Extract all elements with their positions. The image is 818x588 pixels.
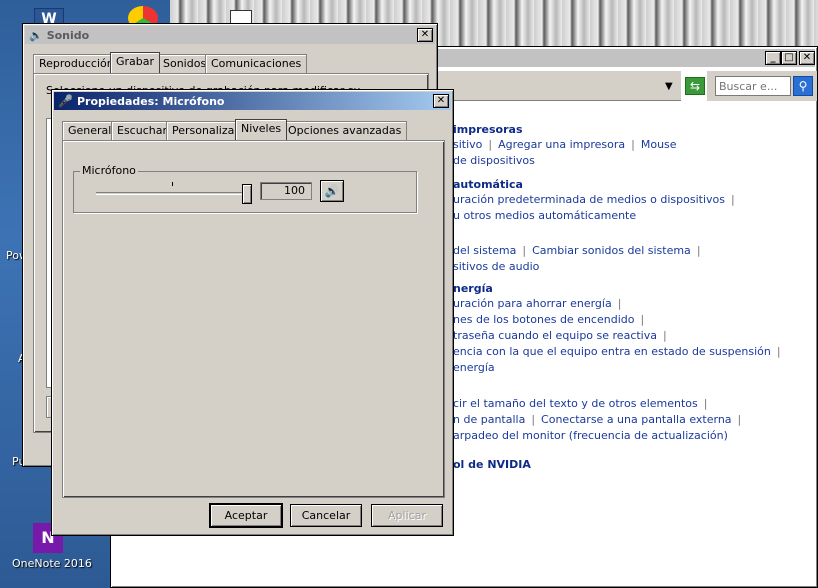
section-link-line[interactable]: del sistema | Cambiar sonidos del sistema | [453, 244, 707, 257]
maximize-button[interactable]: □ [781, 51, 797, 65]
section-link-line[interactable]: nes de los botones de encendido | [453, 313, 650, 326]
refresh-icon[interactable]: ⇆ [685, 77, 705, 95]
sound-titlebar: 🔈 Sonido [25, 26, 435, 44]
mic-properties-window: 🎤 Propiedades: Micrófono ✕ General Escuc… [51, 89, 454, 536]
section-link-line[interactable]: cir el tamaño del texto y de otros eleme… [453, 397, 713, 410]
speaker-icon: 🔈 [29, 28, 43, 42]
tab-personalizar[interactable]: Personalizar [166, 121, 245, 140]
section-heading[interactable]: ol de NVIDIA [453, 458, 531, 471]
chevron-down-icon[interactable]: ▼ [665, 81, 673, 92]
tab-sonidos[interactable]: Sonidos [157, 54, 213, 73]
section-heading[interactable]: automática [453, 178, 523, 191]
section-heading[interactable]: impresoras [453, 123, 523, 136]
mute-speaker-icon[interactable]: 🔊 [320, 180, 344, 202]
tab-opciones-avanzadas[interactable]: Opciones avanzadas [282, 121, 408, 140]
section-link[interactable]: sitivos de audio [453, 260, 539, 273]
mic-titlebar: 🎤 Propiedades: Micrófono [54, 92, 451, 110]
section-link-line[interactable]: n de pantalla | Conectarse a una pantalla … [453, 413, 747, 426]
search-icon[interactable]: ⚲ [793, 76, 813, 96]
slider-tick [172, 182, 173, 186]
slider-thumb[interactable] [242, 184, 252, 204]
window-title: Sonido [46, 28, 90, 42]
section-heading[interactable]: nergía [453, 282, 493, 295]
section-link-line[interactable]: uración predeterminada de medios o dispo… [453, 193, 741, 206]
section-link-line[interactable]: uración para ahorrar energía | [453, 297, 627, 310]
levels-panel: Micrófono 100 🔊 [62, 140, 445, 498]
level-value: 100 [284, 184, 305, 197]
section-link[interactable]: energía [453, 361, 495, 374]
close-button[interactable]: ✕ [417, 28, 433, 42]
tab-grabar[interactable]: Grabar [110, 52, 161, 73]
close-button[interactable]: ✕ [799, 51, 815, 65]
section-link-line[interactable]: sitivo | Agregar una impresora | Mouse [453, 138, 677, 151]
section-link[interactable]: arpadeo del monitor (frecuencia de actua… [453, 429, 728, 442]
minimize-button[interactable]: _ [765, 51, 781, 65]
level-value-box: 100 [260, 182, 312, 200]
section-link[interactable]: de dispositivos [453, 154, 535, 167]
tab-reproduccion[interactable]: Reproducción [33, 54, 120, 73]
desktop-icon-label[interactable]: OneNote 2016 [12, 557, 92, 570]
level-slider[interactable] [96, 182, 256, 204]
apply-button[interactable]: Aplicar [371, 504, 443, 527]
tab-general[interactable]: General [62, 121, 118, 140]
slider-track [96, 192, 252, 195]
tab-comunicaciones[interactable]: Comunicaciones [205, 54, 308, 73]
window-title: Propiedades: Micrófono [76, 94, 225, 108]
section-link-line[interactable]: encia con la que el equipo entra en esta… [453, 345, 787, 358]
ok-button[interactable]: Aceptar [209, 503, 283, 528]
tab-niveles[interactable]: Niveles [235, 119, 288, 140]
microphone-groupbox: Micrófono 100 🔊 [73, 164, 417, 213]
tab-escuchar[interactable]: Escuchar [111, 121, 173, 140]
microphone-icon: 🎤 [58, 94, 73, 108]
section-link-line[interactable]: traseña cuando el equipo se reactiva | [453, 329, 673, 342]
section-link[interactable]: u otros medios automáticamente [453, 209, 636, 222]
cancel-button[interactable]: Cancelar [290, 504, 362, 527]
search-input[interactable] [715, 76, 791, 96]
close-button[interactable]: ✕ [433, 94, 449, 108]
group-label: Micrófono [80, 164, 138, 177]
